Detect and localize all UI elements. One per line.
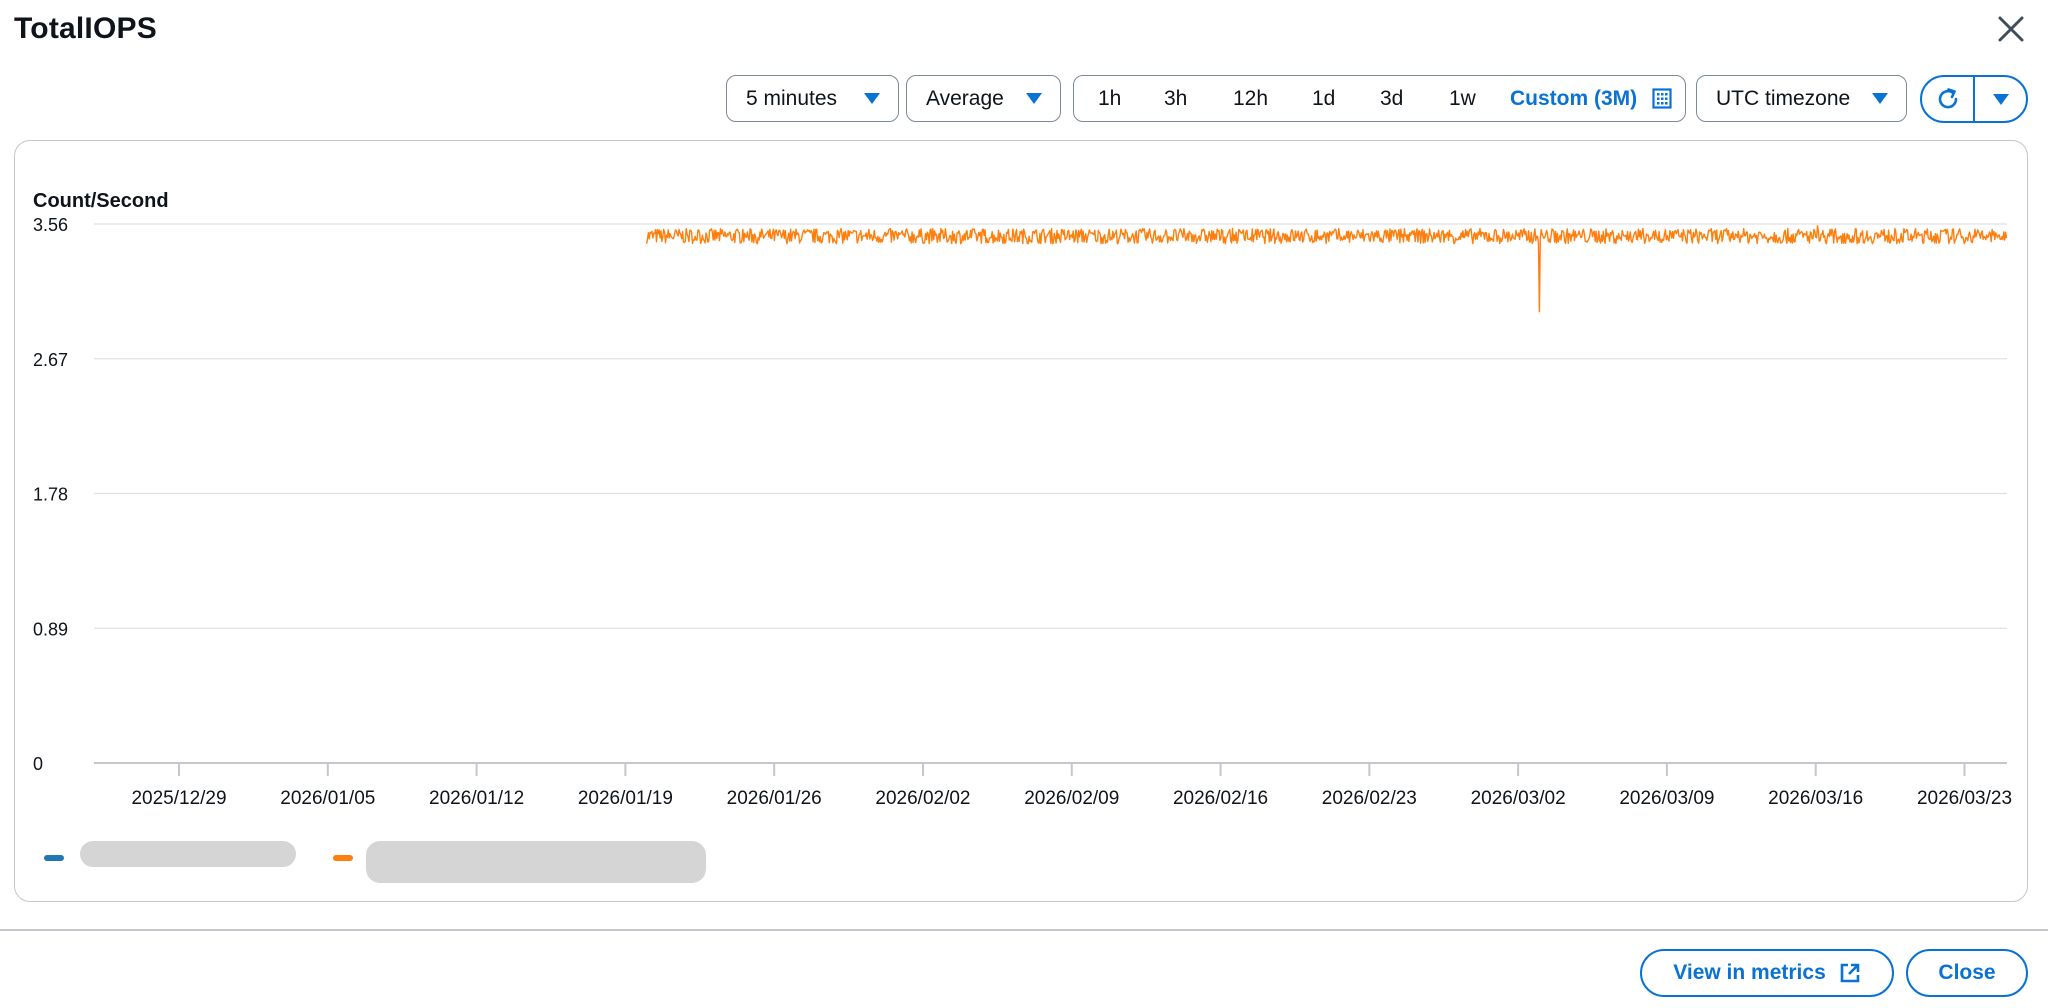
y-tick-label: 0.89 [33,619,68,639]
chart: Count/Second 3.56 2.67 1.78 0.89 0 2025/12/2… [33,190,2012,809]
x-tick-label: 2026/01/19 [578,788,673,809]
x-tick-label: 2026/02/09 [1024,788,1119,809]
legend-label-1 [80,841,296,867]
x-tick-label: 2026/01/05 [280,788,375,809]
x-tick-label: 2026/03/23 [1917,788,2012,809]
legend-swatch-2 [333,855,353,861]
x-tick-label: 2026/03/09 [1619,788,1714,809]
x-tick-label: 2026/03/16 [1768,788,1863,809]
legend-label-2 [366,841,706,883]
y-tick-label: 2.67 [33,350,68,370]
x-tick-label: 2026/02/02 [875,788,970,809]
external-link-icon [1840,963,1860,983]
view-in-metrics-button[interactable]: View in metrics [1640,949,1894,997]
footer-divider [0,929,2048,931]
legend-swatch-1 [44,855,64,861]
series-line-2 [645,225,2008,313]
y-tick-label: 3.56 [33,215,68,235]
y-tick-label: 1.78 [33,485,68,505]
x-tick-label: 2026/01/12 [429,788,524,809]
view-in-metrics-label: View in metrics [1673,961,1826,984]
x-tick-label: 2026/02/16 [1173,788,1268,809]
close-button[interactable]: Close [1906,949,2028,997]
y-tick-label: 0 [33,754,43,774]
x-tick-label: 2026/01/26 [727,788,822,809]
x-tick-label: 2025/12/29 [131,788,226,809]
close-button-label: Close [1938,961,1996,984]
y-axis-label: Count/Second [33,190,169,212]
x-tick-label: 2026/02/23 [1322,788,1417,809]
x-tick-label: 2026/03/02 [1471,788,1566,809]
